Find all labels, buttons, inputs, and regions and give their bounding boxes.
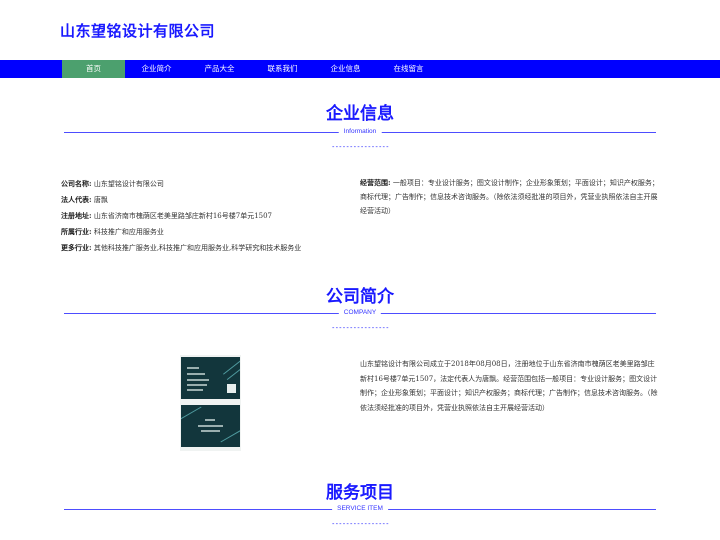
section-subtitle-label: COMPANY (338, 308, 382, 318)
site-header: 山东望铭设计有限公司 (0, 0, 720, 60)
nav-item-contact[interactable]: 联系我们 (251, 60, 314, 78)
company-info-list: 公司名称: 山东望铭设计有限公司 法人代表: 唐飘 注册地址: 山东省济南市槐荫… (61, 176, 351, 256)
section-title-about: 公司简介 (326, 287, 394, 307)
info-row-legal: 法人代表: 唐飘 (61, 195, 108, 204)
business-card-image (180, 355, 241, 451)
nav-item-about[interactable]: 企业简介 (125, 60, 188, 78)
business-scope: 经营范围: 一般项目：专业设计服务；图文设计制作；企业形象策划；平面设计；知识产… (360, 178, 659, 215)
section-subtitle-about: COMPANY (64, 308, 656, 318)
business-card-back (181, 405, 240, 447)
nav-item-home[interactable]: 首页 (62, 60, 125, 78)
info-row-name: 公司名称: 山东望铭设计有限公司 (61, 179, 164, 188)
nav-item-message[interactable]: 在线留言 (377, 60, 440, 78)
section-title-service: 服务项目 (326, 483, 394, 503)
info-row-address: 注册地址: 山东省济南市槐荫区老美里路邹庄新村16号楼7单元1507 (61, 211, 273, 220)
section-subtitle-label: SERVICE ITEM (332, 504, 388, 514)
section-dash-info: ---------------- (331, 143, 389, 151)
section-subtitle-label: Information (338, 127, 382, 137)
company-intro-text: 山东望铭设计有限公司成立于2018年08月08日，注册地位于山东省济南市槐荫区老… (360, 360, 658, 412)
section-subtitle-service: SERVICE ITEM (64, 504, 656, 514)
section-subtitle-info: Information (64, 127, 656, 137)
info-row-more-industry: 更多行业: 其他科技推广服务业,科技推广和应用服务业,科学研究和技术服务业 (61, 243, 302, 252)
info-row-industry: 所属行业: 科技推广和应用服务业 (61, 227, 164, 236)
section-title-info: 企业信息 (326, 104, 394, 124)
nav-item-info[interactable]: 企业信息 (314, 60, 377, 78)
site-logo[interactable]: 山东望铭设计有限公司 (60, 20, 215, 41)
section-dash-about: ---------------- (331, 324, 389, 332)
main-nav: 首页 企业简介 产品大全 联系我们 企业信息 在线留言 (0, 60, 720, 78)
qr-code-icon (227, 384, 236, 393)
nav-item-products[interactable]: 产品大全 (188, 60, 251, 78)
section-dash-service: ---------------- (331, 520, 389, 528)
business-card-front (181, 357, 240, 399)
